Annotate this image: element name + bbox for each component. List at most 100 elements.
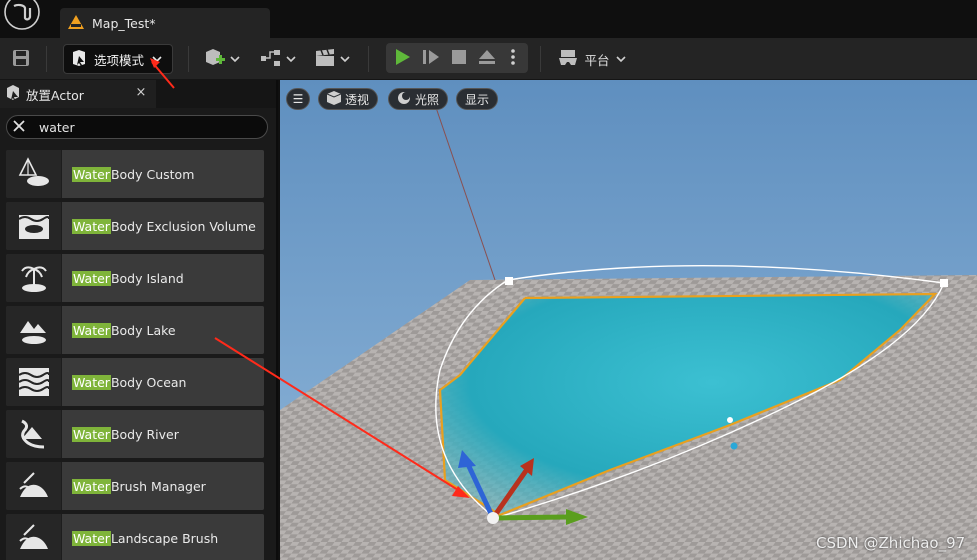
list-item-water-body-island[interactable]: Water Body Island xyxy=(6,254,264,302)
list-item-label: Water Landscape Brush xyxy=(62,514,264,560)
mode-select-button[interactable]: 选项模式 xyxy=(63,44,173,74)
search-match: Water xyxy=(72,218,111,234)
spline-point[interactable] xyxy=(727,417,733,423)
list-item-text: Landscape Brush xyxy=(110,530,219,546)
play-icon xyxy=(395,48,411,69)
unreal-logo-icon[interactable] xyxy=(0,0,44,38)
mode-select-label: 选项模式 xyxy=(94,52,145,68)
list-item-text: Brush Manager xyxy=(110,478,206,494)
water-lake-icon xyxy=(6,306,62,354)
chevron-down-icon xyxy=(615,52,626,66)
panel-header: 放置Actor × xyxy=(0,80,276,108)
list-item-text: Body River xyxy=(110,426,179,442)
water-ocean-icon xyxy=(6,358,62,406)
cinematics-button[interactable] xyxy=(312,44,352,74)
viewport-menu-button[interactable]: ☰ xyxy=(286,88,310,110)
platform-button[interactable]: 平台 xyxy=(556,44,628,74)
watermark: CSDN @Zhichao_97 xyxy=(816,534,966,552)
viewport-scene xyxy=(280,80,977,560)
step-icon xyxy=(422,49,440,68)
water-island-icon xyxy=(6,254,62,302)
place-actors-panel: 放置Actor × water Water Body Custom Water … xyxy=(0,80,278,560)
chevron-down-icon xyxy=(286,52,296,66)
list-item-water-body-lake[interactable]: Water Body Lake xyxy=(6,306,264,354)
water-marker-icon xyxy=(730,442,738,450)
list-item-water-body-custom[interactable]: Water Body Custom xyxy=(6,150,264,198)
gizmo-y-axis[interactable] xyxy=(492,514,569,521)
list-item-water-body-exclusion-volume[interactable]: Water Body Exclusion Volume xyxy=(6,202,264,250)
list-item-water-landscape-brush[interactable]: Water Landscape Brush xyxy=(6,514,264,560)
cube-icon xyxy=(326,90,342,108)
lighting-button[interactable]: 光照 xyxy=(388,88,448,110)
search-match: Water xyxy=(72,530,111,546)
list-item-label: Water Body Custom xyxy=(62,150,264,198)
eject-button[interactable] xyxy=(474,43,500,73)
perspective-button[interactable]: 透视 xyxy=(318,88,378,110)
cinematics-icon xyxy=(314,48,336,70)
gizmo-center[interactable] xyxy=(487,512,499,524)
perspective-label: 透视 xyxy=(345,92,370,107)
search-field[interactable]: water xyxy=(6,115,268,139)
list-item-text: Body Island xyxy=(110,270,184,286)
list-item-text: Body Exclusion Volume xyxy=(110,218,256,234)
show-button[interactable]: 显示 xyxy=(456,88,498,110)
level-tab-label: Map_Test* xyxy=(92,15,156,31)
stop-icon xyxy=(452,49,466,67)
add-actor-button[interactable] xyxy=(202,44,242,74)
platform-icon xyxy=(558,49,578,69)
water-exclusion-volume-icon xyxy=(6,202,62,250)
blueprint-button[interactable] xyxy=(258,44,298,74)
title-bar: Map_Test* xyxy=(0,0,977,38)
list-item-water-body-ocean[interactable]: Water Body Ocean xyxy=(6,358,264,406)
water-landscape-brush-icon xyxy=(6,514,62,560)
toolbar-divider xyxy=(46,46,47,72)
level-tab[interactable]: Map_Test* xyxy=(60,8,270,38)
list-item-water-body-river[interactable]: Water Body River xyxy=(6,410,264,458)
place-actor-icon xyxy=(6,84,20,104)
platform-label: 平台 xyxy=(584,52,610,68)
toolbar-divider xyxy=(188,46,189,72)
spline-point[interactable] xyxy=(505,277,513,285)
toolbar-divider xyxy=(368,46,369,72)
hamburger-icon: ☰ xyxy=(292,92,304,106)
spline-point[interactable] xyxy=(940,279,948,287)
play-controls xyxy=(386,43,528,73)
list-item-label: Water Body Exclusion Volume xyxy=(62,202,264,250)
list-item-text: Body Custom xyxy=(110,166,195,182)
panel-title: 放置Actor xyxy=(26,87,84,103)
clear-search-icon[interactable] xyxy=(13,119,25,135)
list-item-label: Water Body Ocean xyxy=(62,358,264,406)
actor-list: Water Body Custom Water Body Exclusion V… xyxy=(6,150,264,560)
search-input[interactable]: water xyxy=(39,120,75,135)
search-match: Water xyxy=(72,374,111,390)
toolbar-divider xyxy=(540,46,541,72)
blueprint-icon xyxy=(260,49,282,70)
save-button[interactable] xyxy=(8,44,34,74)
search-match: Water xyxy=(72,426,111,442)
main-toolbar: 选项模式 平台 xyxy=(0,38,977,80)
chevron-down-icon xyxy=(340,52,350,66)
level-icon xyxy=(68,14,84,32)
mode-icon xyxy=(72,49,86,69)
more-options-button[interactable] xyxy=(500,43,526,73)
list-item-water-brush-manager[interactable]: Water Brush Manager xyxy=(6,462,264,510)
chevron-down-icon xyxy=(152,52,162,66)
step-button[interactable] xyxy=(418,43,444,73)
list-item-label: Water Body Island xyxy=(62,254,264,302)
save-icon xyxy=(12,49,30,70)
panel-scrollbar[interactable] xyxy=(266,150,272,560)
water-body-custom-icon xyxy=(6,150,62,198)
list-item-label: Water Brush Manager xyxy=(62,462,264,510)
level-viewport[interactable]: ☰ 透视 光照 显示 xyxy=(280,80,977,560)
search-match: Water xyxy=(72,478,111,494)
search-match: Water xyxy=(72,270,111,286)
water-river-icon xyxy=(6,410,62,458)
show-label: 显示 xyxy=(465,92,490,107)
close-icon[interactable]: × xyxy=(134,86,148,100)
lighting-icon xyxy=(397,91,411,108)
more-icon xyxy=(511,48,515,68)
play-button[interactable] xyxy=(390,43,416,73)
panel-header-empty xyxy=(156,80,276,108)
list-item-label: Water Body Lake xyxy=(62,306,264,354)
stop-button[interactable] xyxy=(446,43,472,73)
